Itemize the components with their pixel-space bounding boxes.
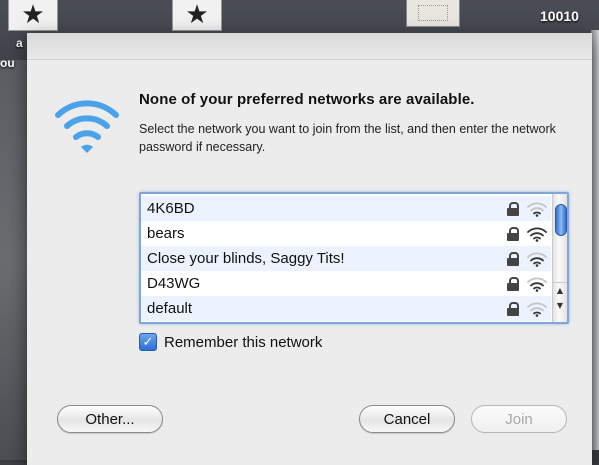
desktop-left-strip <box>0 60 27 460</box>
scrollbar-thumb[interactable] <box>555 204 567 236</box>
network-row[interactable]: 4K6BD <box>141 196 551 221</box>
network-name: bears <box>147 225 185 242</box>
lock-icon <box>507 201 519 216</box>
desktop-fragment: a <box>16 36 23 50</box>
wifi-icon <box>55 100 119 153</box>
lock-icon <box>507 251 519 266</box>
scroll-up-arrow[interactable]: ▲ <box>553 282 567 297</box>
network-list-scrollbar[interactable]: ▲ ▼ <box>552 194 567 322</box>
network-list[interactable]: 4K6BD bears Close your blinds, Saggy Tits!… <box>139 192 569 324</box>
signal-strength-icon <box>527 302 547 317</box>
desktop-label: 10010 <box>540 8 579 24</box>
network-row[interactable]: Close your blinds, Saggy Tits! <box>141 246 551 271</box>
star-icon[interactable]: ★ <box>8 0 58 31</box>
network-row[interactable]: D43WG <box>141 271 551 296</box>
network-name: Close your blinds, Saggy Tits! <box>147 250 345 267</box>
lock-icon <box>507 276 519 291</box>
network-name: D43WG <box>147 275 201 292</box>
signal-strength-icon <box>527 252 547 267</box>
signal-strength-icon <box>527 227 547 242</box>
network-row[interactable]: default <box>141 296 551 321</box>
desktop-fragment: ou <box>0 56 15 70</box>
cancel-button[interactable]: Cancel <box>359 405 455 433</box>
star-icon[interactable]: ★ <box>172 0 222 31</box>
signal-strength-icon <box>527 202 547 217</box>
join-button[interactable]: Join <box>471 405 567 433</box>
remember-checkbox[interactable]: ✓ <box>139 333 157 351</box>
dialog-title-bar <box>27 33 592 60</box>
network-row[interactable]: bears <box>141 221 551 246</box>
desktop-right-strip <box>591 30 599 450</box>
dialog-headline: None of your preferred networks are avai… <box>139 91 475 108</box>
scroll-down-arrow[interactable]: ▼ <box>553 298 567 312</box>
signal-strength-icon <box>527 277 547 292</box>
remember-label: Remember this network <box>164 333 323 351</box>
network-rows: 4K6BD bears Close your blinds, Saggy Tits!… <box>141 196 551 321</box>
dialog-description: Select the network you want to join from… <box>139 122 556 154</box>
network-name: default <box>147 300 193 317</box>
wifi-join-dialog: None of your preferred networks are avai… <box>27 33 592 465</box>
lock-icon <box>507 301 519 316</box>
remember-network-option[interactable]: ✓ Remember this network <box>139 333 322 351</box>
network-name: 4K6BD <box>147 200 195 217</box>
thumbnail-image <box>418 5 448 21</box>
other-button[interactable]: Other... <box>57 405 163 433</box>
lock-icon <box>507 226 519 241</box>
desktop-thumbnail[interactable] <box>406 0 460 27</box>
